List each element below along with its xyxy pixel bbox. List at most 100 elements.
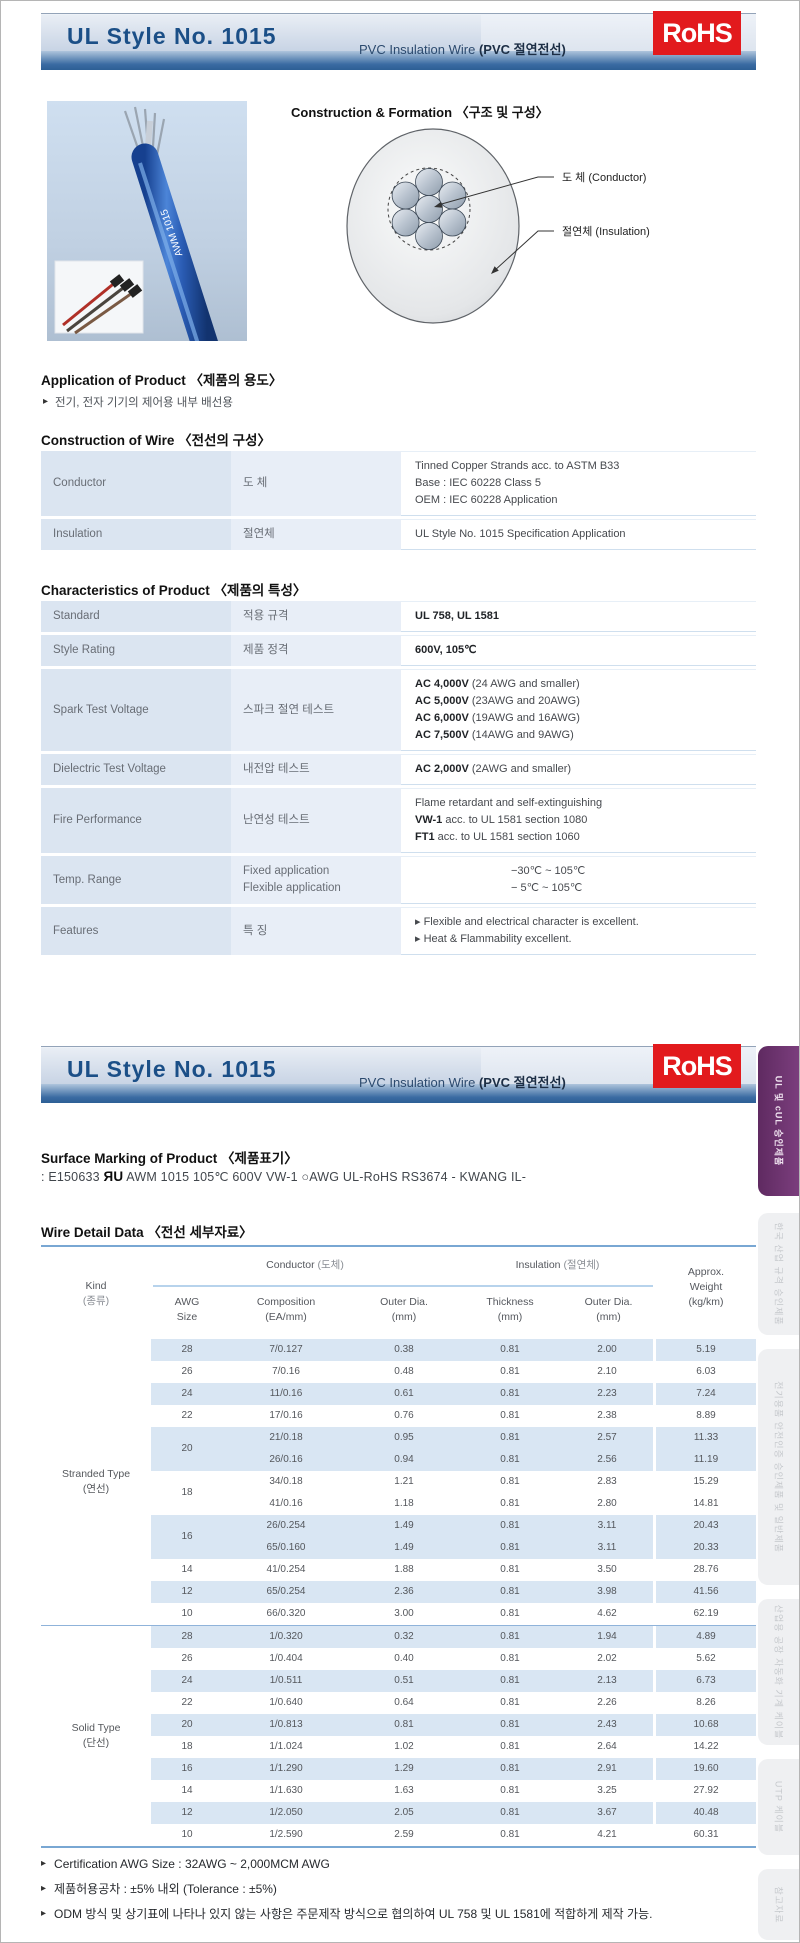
cell-line: 41/0.16 bbox=[223, 1493, 349, 1515]
wire-table-header: Kind(종류) Conductor (도체) Insulation (절연체)… bbox=[41, 1253, 756, 1339]
cell-line: 0.51 bbox=[349, 1670, 459, 1692]
characteristics-heading: Characteristics of Product 〈제품의 특성〉 bbox=[41, 579, 306, 599]
col-header-kind: Kind(종류) bbox=[41, 1279, 151, 1309]
cell-line: 1/1.290 bbox=[223, 1758, 349, 1780]
cell-weight: 20.4320.33 bbox=[656, 1515, 756, 1559]
side-tab-2[interactable]: 한국 산업 규격 승인제품 bbox=[758, 1213, 799, 1335]
cell-outer-dia: 1.88 bbox=[349, 1559, 459, 1581]
label-line: Conductor bbox=[53, 475, 231, 492]
cell-thickness: 0.81 bbox=[459, 1670, 561, 1692]
cell-line: 2.59 bbox=[349, 1824, 459, 1846]
cell-line: 2.80 bbox=[561, 1493, 653, 1515]
cell-line: 3.67 bbox=[561, 1802, 653, 1824]
cell-composition: 66/0.320 bbox=[223, 1603, 349, 1625]
value-line: AC 2,000V (2AWG and smaller) bbox=[415, 761, 756, 778]
row-label-kr: 내전압 테스트 bbox=[231, 754, 401, 785]
subtitle-en: PVC Insulation Wire bbox=[359, 42, 475, 57]
cell-line: 2.13 bbox=[561, 1670, 653, 1692]
label-line: Insulation bbox=[53, 526, 231, 543]
row-label-en: Temp. Range bbox=[41, 856, 231, 904]
cell-line: 0.81 bbox=[459, 1449, 561, 1471]
side-tab-6[interactable]: 참고자료 bbox=[758, 1869, 799, 1940]
cell-ins-outer-dia: 2.43 bbox=[561, 1714, 656, 1736]
awg-value: 28 bbox=[151, 1339, 223, 1361]
value-line: Tinned Copper Strands acc. to ASTM B33 bbox=[415, 458, 756, 475]
characteristic-row: Temp. RangeFixed applicationFlexible app… bbox=[41, 856, 756, 904]
cell-line: 2.57 bbox=[561, 1427, 653, 1449]
side-tab-label: UL 및 cUL 승인제품 bbox=[772, 1076, 785, 1167]
row-label-kr: 도 체 bbox=[231, 451, 401, 516]
cell-line: 3.00 bbox=[349, 1603, 459, 1625]
cell-weight: 40.48 bbox=[656, 1802, 756, 1824]
side-tab-1[interactable]: UL 및 cUL 승인제품 bbox=[758, 1046, 799, 1196]
cell-ins-outer-dia: 3.50 bbox=[561, 1559, 656, 1581]
cell-thickness: 0.81 bbox=[459, 1339, 561, 1361]
side-tab-5[interactable]: UTP 케이블 bbox=[758, 1759, 799, 1855]
cell-outer-dia: 0.950.94 bbox=[349, 1427, 459, 1471]
cell-line: 2.64 bbox=[561, 1736, 653, 1758]
cell-line: 1.88 bbox=[349, 1559, 459, 1581]
conductor-label: 도 체 (Conductor) bbox=[562, 171, 646, 184]
cell-composition: 17/0.16 bbox=[223, 1405, 349, 1427]
cell-thickness: 0.81 bbox=[459, 1758, 561, 1780]
row-value: Tinned Copper Strands acc. to ASTM B33Ba… bbox=[401, 451, 756, 516]
cell-line: 0.95 bbox=[349, 1427, 459, 1449]
cell-line: 1.49 bbox=[349, 1515, 459, 1537]
cell-line: 0.81 bbox=[459, 1515, 561, 1537]
side-tab-3[interactable]: 전기용품 안전인증 승인제품 및 일반제품 bbox=[758, 1349, 799, 1585]
cell-line: 8.89 bbox=[656, 1405, 756, 1427]
cell-composition: 26/0.25465/0.160 bbox=[223, 1515, 349, 1559]
cell-ins-outer-dia: 3.25 bbox=[561, 1780, 656, 1802]
cell-line: 2.56 bbox=[561, 1449, 653, 1471]
cell-thickness: 0.81 bbox=[459, 1581, 561, 1603]
cell-line: 0.81 bbox=[459, 1581, 561, 1603]
cell-line: 0.81 bbox=[459, 1537, 561, 1559]
kind-name: Solid Type bbox=[72, 1721, 121, 1736]
cell-composition: 1/0.640 bbox=[223, 1692, 349, 1714]
cell-weight: 62.19 bbox=[656, 1603, 756, 1625]
cell-awg: 10 bbox=[151, 1824, 223, 1846]
cell-outer-dia: 0.76 bbox=[349, 1405, 459, 1427]
cell-composition: 1/0.813 bbox=[223, 1714, 349, 1736]
cell-composition: 1/0.511 bbox=[223, 1670, 349, 1692]
cell-composition: 34/0.1841/0.16 bbox=[223, 1471, 349, 1515]
awg-value: 18 bbox=[151, 1736, 223, 1758]
cell-line: 2.02 bbox=[561, 1648, 653, 1670]
label-line: 스파크 절연 테스트 bbox=[243, 702, 401, 719]
cell-composition: 1/2.050 bbox=[223, 1802, 349, 1824]
cell-awg: 28 bbox=[151, 1339, 223, 1361]
awg-value: 22 bbox=[151, 1405, 223, 1427]
cell-awg: 20 bbox=[151, 1714, 223, 1736]
awg-value: 12 bbox=[151, 1581, 223, 1603]
cell-line: 2.10 bbox=[561, 1361, 653, 1383]
cell-thickness: 0.81 bbox=[459, 1780, 561, 1802]
cell-outer-dia: 0.48 bbox=[349, 1361, 459, 1383]
cell-ins-outer-dia: 1.94 bbox=[561, 1626, 656, 1648]
label-line: 내전압 테스트 bbox=[243, 761, 401, 778]
value-line: UL 758, UL 1581 bbox=[415, 608, 756, 625]
cell-thickness: 0.810.81 bbox=[459, 1427, 561, 1471]
cell-line: 7/0.127 bbox=[223, 1339, 349, 1361]
cell-composition: 65/0.254 bbox=[223, 1581, 349, 1603]
cell-ins-outer-dia: 2.23 bbox=[561, 1383, 656, 1405]
cell-line: 19.60 bbox=[656, 1758, 756, 1780]
side-tab-4[interactable]: 산업용 공장 자동화 기계 케이블 bbox=[758, 1599, 799, 1745]
label-line: Dielectric Test Voltage bbox=[53, 761, 231, 778]
value-line: UL Style No. 1015 Specification Applicat… bbox=[415, 526, 756, 543]
cell-awg: 28 bbox=[151, 1626, 223, 1648]
cell-awg: 22 bbox=[151, 1692, 223, 1714]
awg-value: 20 bbox=[151, 1438, 223, 1460]
cell-thickness: 0.810.81 bbox=[459, 1471, 561, 1515]
cell-line: 8.26 bbox=[656, 1692, 756, 1714]
row-label-en: Spark Test Voltage bbox=[41, 669, 231, 751]
wire-section-stranded: Stranded Type(연선)287/0.1270.380.812.005.… bbox=[41, 1339, 756, 1625]
cell-line: 28.76 bbox=[656, 1559, 756, 1581]
label-line: 적용 규격 bbox=[243, 608, 401, 625]
value-line: FT1 acc. to UL 1581 section 1060 bbox=[415, 829, 756, 846]
label-line: Style Rating bbox=[53, 642, 231, 659]
cell-line: 41/0.254 bbox=[223, 1559, 349, 1581]
value-line: VW-1 acc. to UL 1581 section 1080 bbox=[415, 812, 756, 829]
cell-line: 40.48 bbox=[656, 1802, 756, 1824]
row-label-kr: 특 징 bbox=[231, 907, 401, 955]
cell-line: 0.81 bbox=[459, 1802, 561, 1824]
